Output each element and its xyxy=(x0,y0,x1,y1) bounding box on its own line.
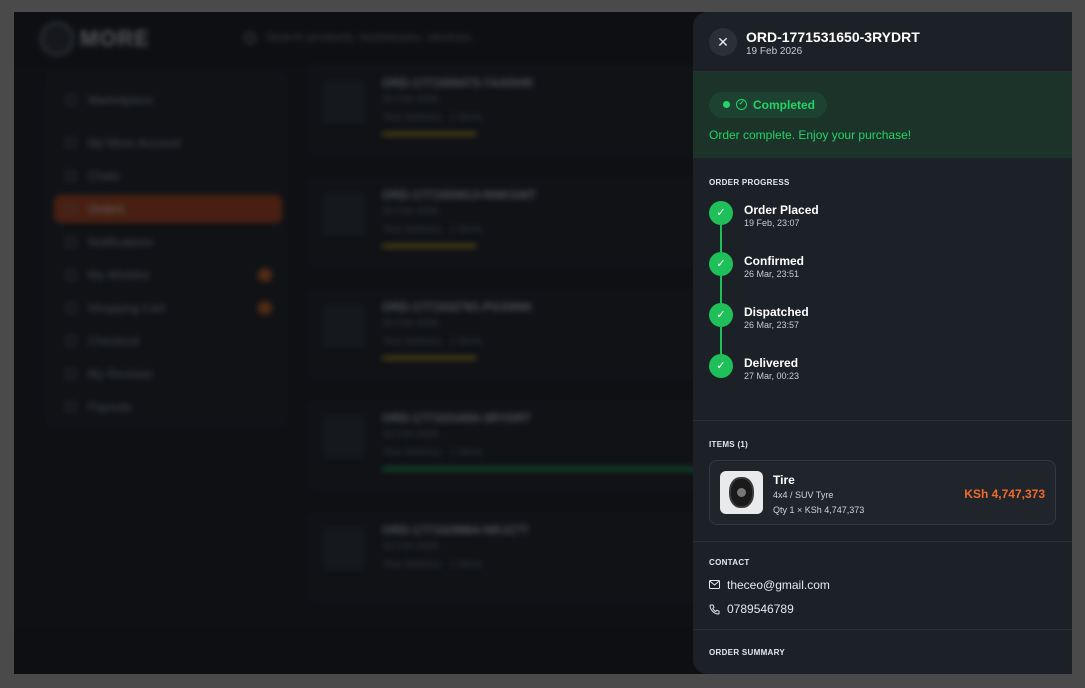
order-id: ORD-1771531650-3RYDRT xyxy=(746,29,920,45)
order-summary-title: ORDER SUMMARY xyxy=(709,648,786,657)
step-time: 27 Mar, 00:23 xyxy=(744,371,800,381)
order-detail-drawer: ✕ ORD-1771531650-3RYDRT 19 Feb 2026 ✓ Com… xyxy=(693,12,1072,674)
step-name: Order Placed xyxy=(744,203,819,217)
check-icon: ✓ xyxy=(709,201,733,225)
tire-icon xyxy=(729,477,754,508)
contact-title: CONTACT xyxy=(709,558,750,567)
order-progress-title: ORDER PROGRESS xyxy=(709,178,790,187)
item-name: Tire xyxy=(773,473,795,487)
item-quantity: Qty 1 × KSh 4,747,373 xyxy=(773,505,865,515)
contact-email-text: theceo@gmail.com xyxy=(727,578,830,592)
status-label: Completed xyxy=(753,98,816,112)
status-banner: ✓ Completed Order complete. Enjoy your pu… xyxy=(693,72,1072,158)
divider xyxy=(693,629,1072,630)
drawer-header: ✕ ORD-1771531650-3RYDRT 19 Feb 2026 xyxy=(693,12,1072,72)
progress-step: ✓ Dispatched 26 Mar, 23:57 xyxy=(709,303,1009,343)
step-name: Delivered xyxy=(744,356,799,370)
close-button[interactable]: ✕ xyxy=(709,28,737,56)
items-title: ITEMS (1) xyxy=(709,440,749,449)
app-window: MORE Search products, businesses, servic… xyxy=(14,12,1072,674)
step-name: Confirmed xyxy=(744,254,804,268)
status-dot-icon xyxy=(723,101,730,109)
order-item-card[interactable]: Tire 4x4 / SUV Tyre Qty 1 × KSh 4,747,37… xyxy=(709,460,1056,525)
mail-icon xyxy=(709,580,720,589)
progress-step: ✓ Order Placed 19 Feb, 23:07 xyxy=(709,201,1009,241)
item-image xyxy=(720,471,763,514)
step-name: Dispatched xyxy=(744,305,809,319)
check-icon: ✓ xyxy=(709,354,733,378)
close-icon: ✕ xyxy=(717,34,729,50)
divider xyxy=(693,541,1072,542)
order-date: 19 Feb 2026 xyxy=(746,46,803,57)
item-price: KSh 4,747,373 xyxy=(964,487,1045,501)
check-icon: ✓ xyxy=(709,303,733,327)
item-subtitle: 4x4 / SUV Tyre xyxy=(773,490,834,500)
step-time: 26 Mar, 23:51 xyxy=(744,269,800,279)
contact-phone-text: 0789546789 xyxy=(727,602,794,616)
phone-icon xyxy=(709,604,720,615)
divider xyxy=(693,420,1072,421)
progress-step: ✓ Confirmed 26 Mar, 23:51 xyxy=(709,252,1009,292)
step-time: 26 Mar, 23:57 xyxy=(744,320,800,330)
check-circle-icon: ✓ xyxy=(736,99,747,111)
progress-step: ✓ Delivered 27 Mar, 00:23 xyxy=(709,354,1009,394)
status-message: Order complete. Enjoy your purchase! xyxy=(709,128,912,142)
status-badge: ✓ Completed xyxy=(709,92,828,118)
check-icon: ✓ xyxy=(709,252,733,276)
step-time: 19 Feb, 23:07 xyxy=(744,218,800,228)
